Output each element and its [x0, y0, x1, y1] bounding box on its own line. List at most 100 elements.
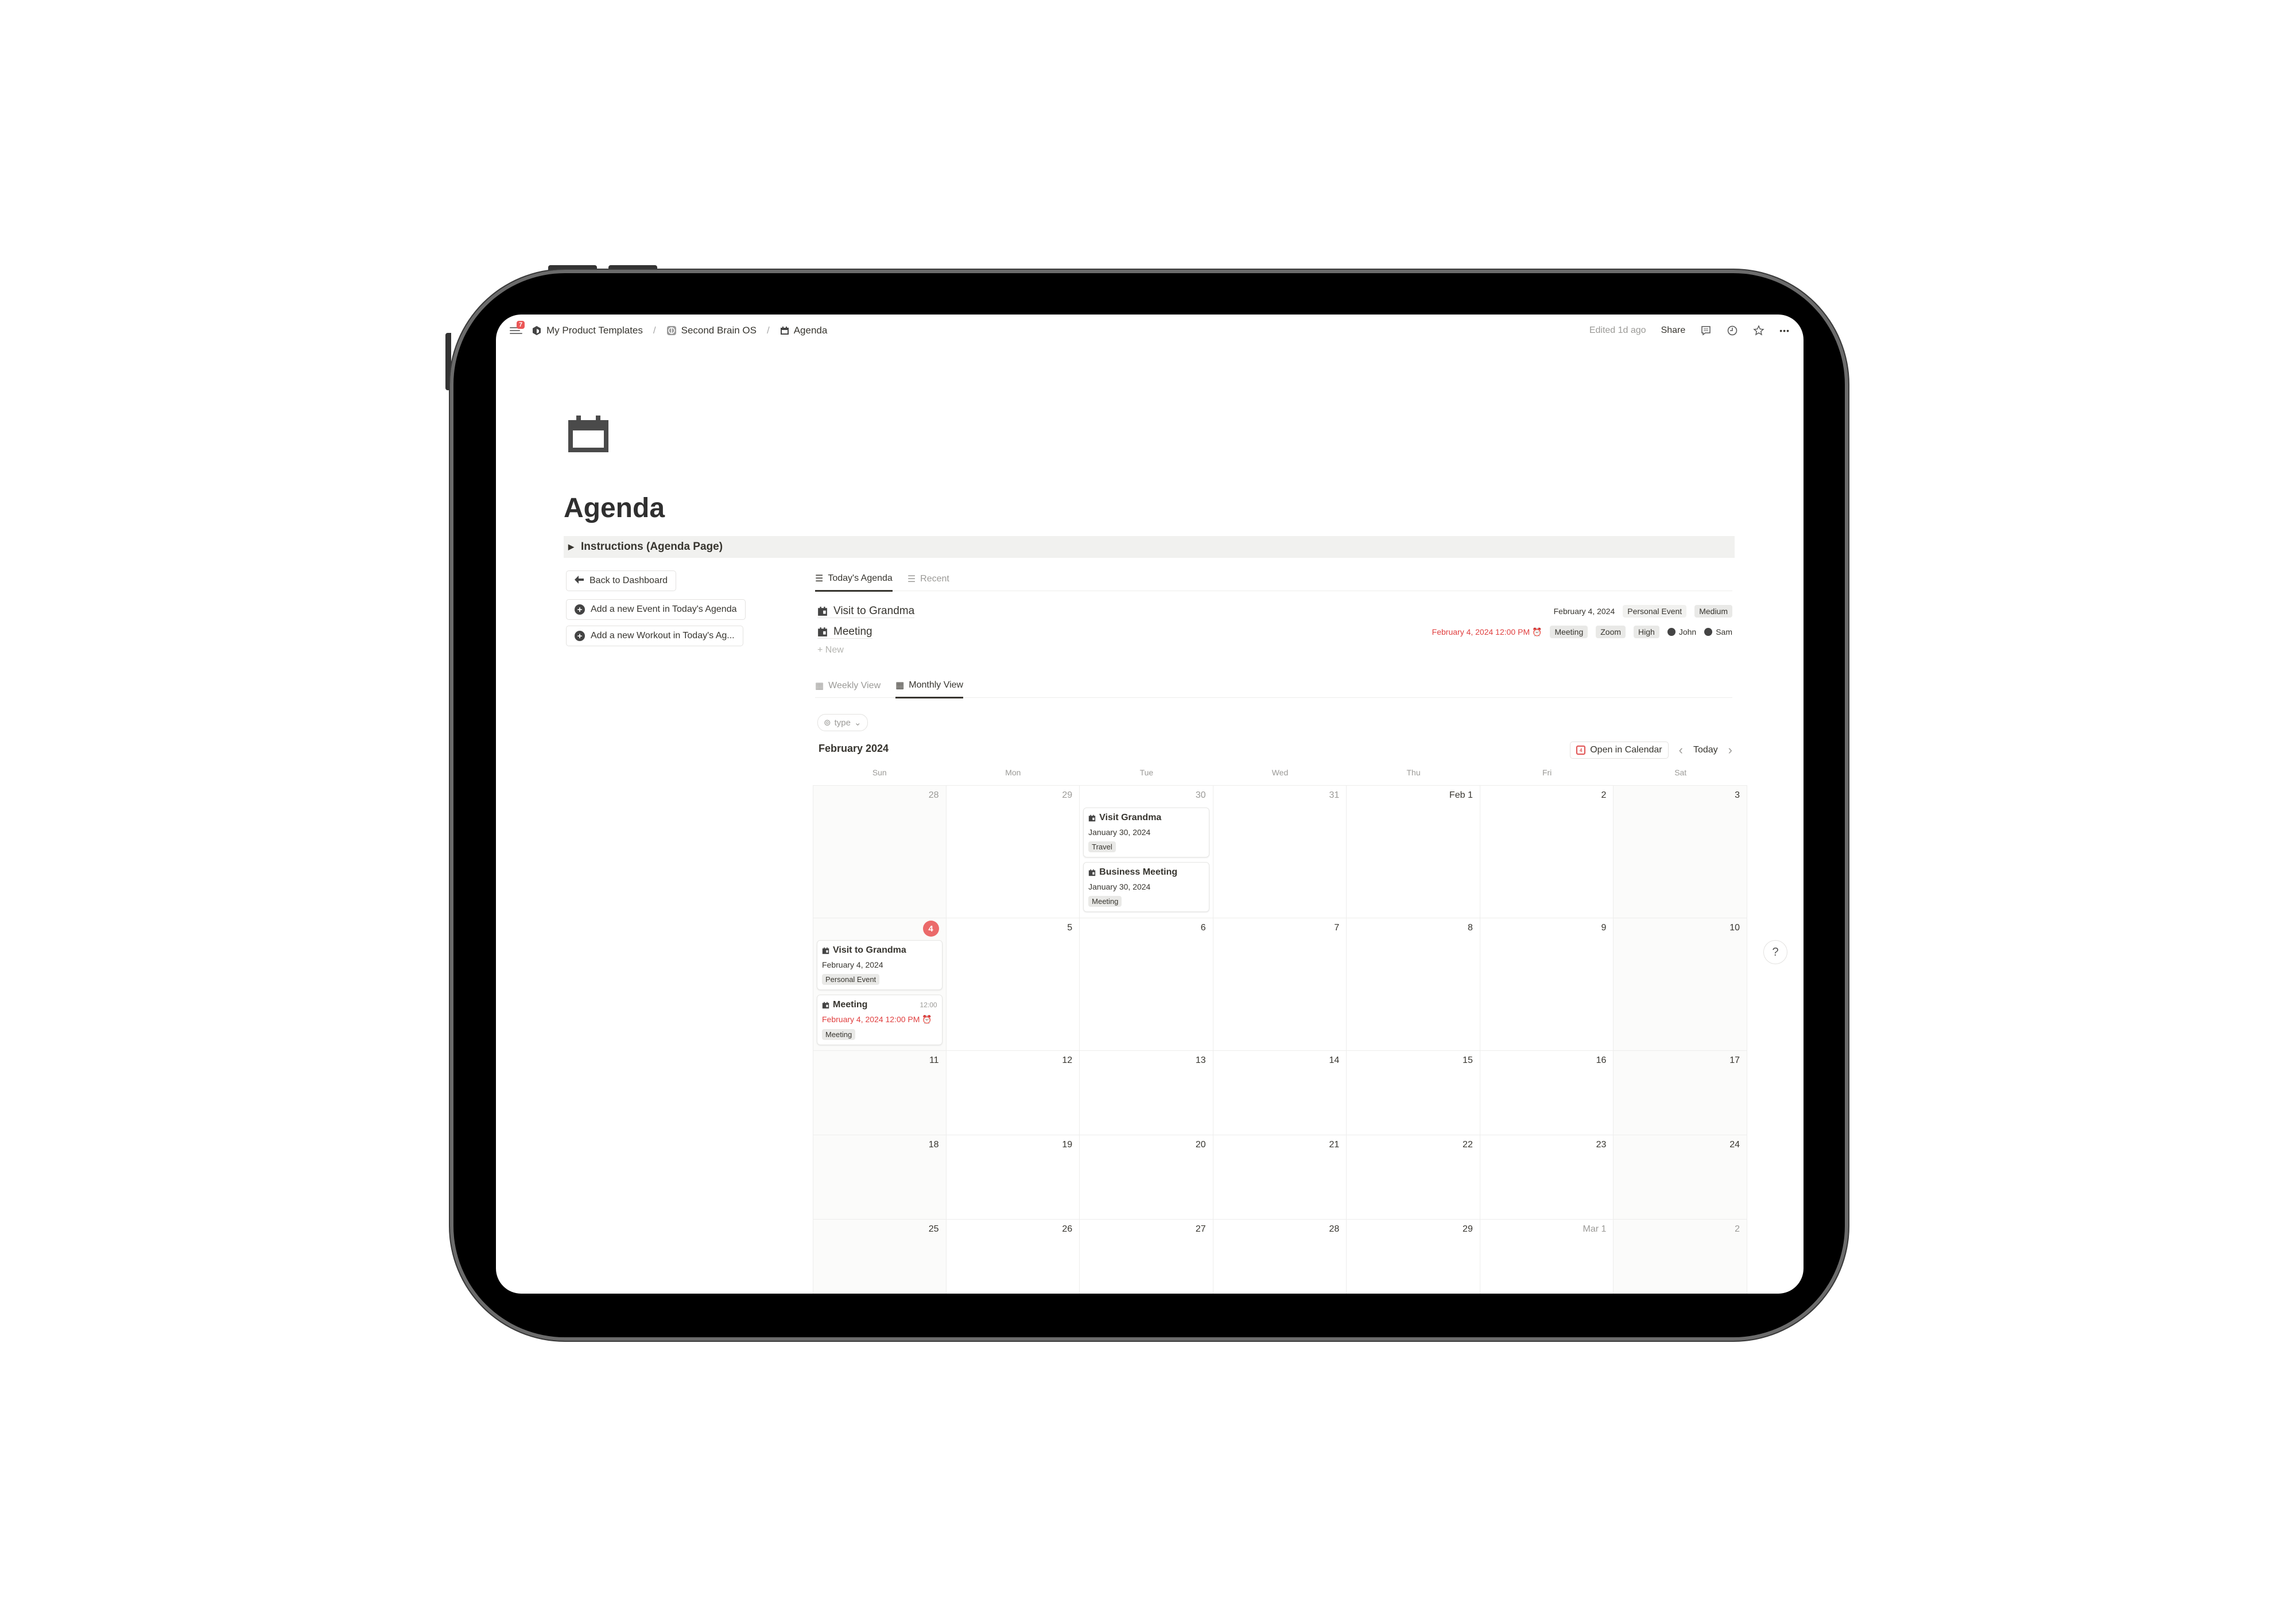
agenda-item-title[interactable]: Meeting — [833, 626, 872, 638]
person-john[interactable]: John — [1667, 627, 1696, 636]
day-number: 26 — [1062, 1224, 1073, 1234]
calendar-day[interactable]: 28 — [813, 786, 947, 918]
plus-circle-icon: + — [575, 604, 585, 615]
plus-circle-icon: + — [575, 631, 585, 641]
calendar-day[interactable]: 8 — [1347, 918, 1480, 1050]
prev-month-button[interactable]: ‹ — [1679, 743, 1683, 758]
calendar-day[interactable]: 3 — [1614, 786, 1747, 918]
calendar-day[interactable]: 29 — [1347, 1220, 1480, 1294]
comment-icon[interactable] — [1700, 325, 1712, 336]
calendar-day[interactable]: 16 — [1480, 1051, 1614, 1135]
event-tag: Travel — [1088, 841, 1116, 852]
calendar-day[interactable]: 14 — [1213, 1051, 1347, 1135]
tab-label: Recent — [920, 573, 949, 584]
type-filter[interactable]: ⊚ type ⌄ — [817, 714, 868, 731]
day-number: 19 — [1062, 1140, 1073, 1150]
calendar-day[interactable]: 17 — [1614, 1051, 1747, 1135]
calendar-day[interactable]: 25 — [813, 1220, 947, 1294]
today-button[interactable]: Today — [1693, 745, 1718, 755]
weekday-label: Tue — [1139, 768, 1154, 777]
calendar-day[interactable]: 18 — [813, 1135, 947, 1219]
calendar-day[interactable]: 9 — [1480, 918, 1614, 1050]
event-card[interactable]: Visit to Grandma February 4, 2024 Personal… — [817, 940, 943, 990]
breadcrumb-item-my-product-templates[interactable]: My Product Templates — [546, 325, 643, 336]
calendar-day[interactable]: 11 — [813, 1051, 947, 1135]
back-to-dashboard-button[interactable]: Back to Dashboard — [566, 570, 677, 591]
open-in-calendar-button[interactable]: 4 Open in Calendar — [1570, 742, 1669, 759]
person-icon — [1667, 628, 1676, 636]
calendar-day[interactable]: 21 — [1213, 1135, 1347, 1219]
calendar-day[interactable]: 4 Visit to Grandma February 4, 2024 Persona… — [813, 918, 947, 1050]
more-icon[interactable]: ••• — [1779, 326, 1790, 335]
toggle-triangle-icon[interactable]: ▶ — [568, 542, 574, 552]
calendar-day[interactable]: 30 Visit Grandma January 30, 2024 Travel Bus… — [1080, 786, 1213, 918]
tab-monthly-view[interactable]: ▦ Monthly View — [895, 680, 964, 698]
alarm-icon: ⏰ — [1532, 627, 1542, 636]
calendar-day[interactable]: 2 — [1480, 786, 1614, 918]
calendar-day[interactable]: 24 — [1614, 1135, 1747, 1219]
agenda-row[interactable]: Visit to Grandma February 4, 2024 Person… — [817, 601, 1732, 621]
day-number: 14 — [1329, 1055, 1340, 1065]
list-icon: ☰ — [907, 574, 916, 584]
sidebar-menu-icon[interactable]: 7 — [510, 321, 525, 336]
calendar-day[interactable]: 22 — [1347, 1135, 1480, 1219]
event-card[interactable]: Business Meeting January 30, 2024 Meeting — [1083, 862, 1209, 912]
clock-icon[interactable] — [1727, 325, 1738, 336]
calendar-day[interactable]: 27 — [1080, 1220, 1213, 1294]
event-card[interactable]: Meeting 12:00 February 4, 2024 12:00 PM ⏰ M… — [817, 995, 943, 1045]
event-title-row: Meeting 12:00 — [822, 1000, 937, 1010]
event-date: February 4, 2024 — [822, 960, 883, 969]
weekday-label: Sun — [872, 768, 887, 777]
weekday-label: Mon — [1005, 768, 1021, 777]
event-date: January 30, 2024 — [1088, 828, 1151, 837]
day-number: 6 — [1200, 923, 1206, 933]
day-number: 2 — [1601, 790, 1607, 800]
tab-todays-agenda[interactable]: ☰ Today's Agenda — [815, 573, 893, 592]
calendar-day[interactable]: 13 — [1080, 1051, 1213, 1135]
calendar-day[interactable]: Feb 1 — [1347, 786, 1480, 918]
calendar-day[interactable]: Mar 1 — [1480, 1220, 1614, 1294]
tab-weekly-view[interactable]: ▦ Weekly View — [815, 680, 881, 697]
calendar-day[interactable]: 20 — [1080, 1135, 1213, 1219]
page-calendar-icon[interactable] — [568, 416, 608, 452]
calendar-day[interactable]: 29 — [947, 786, 1080, 918]
new-row-button[interactable]: + New — [817, 645, 844, 655]
weekday-label: Fri — [1542, 768, 1552, 777]
day-number: 16 — [1596, 1055, 1607, 1065]
calendar-day[interactable]: 19 — [947, 1135, 1080, 1219]
toggle-label: Instructions (Agenda Page) — [581, 541, 723, 553]
filter-label: type — [834, 717, 851, 728]
calendar-day[interactable]: 5 — [947, 918, 1080, 1050]
event-card[interactable]: Visit Grandma January 30, 2024 Travel — [1083, 808, 1209, 857]
calendar-day[interactable]: 15 — [1347, 1051, 1480, 1135]
star-icon[interactable] — [1753, 325, 1764, 336]
add-event-button[interactable]: + Add a new Event in Today's Agenda — [566, 599, 746, 620]
breadcrumb-item-second-brain-os[interactable]: Second Brain OS — [681, 325, 757, 336]
today-badge: 4 — [922, 921, 939, 937]
instructions-toggle[interactable]: ▶ Instructions (Agenda Page) — [564, 536, 1735, 558]
person-sam[interactable]: Sam — [1704, 627, 1732, 636]
breadcrumb-item-agenda[interactable]: Agenda — [794, 325, 828, 336]
calendar-day[interactable]: 7 — [1213, 918, 1347, 1050]
add-workout-button[interactable]: + Add a new Workout in Today's Ag... — [566, 626, 743, 646]
calendar-day[interactable]: 2 — [1614, 1220, 1747, 1294]
help-button[interactable]: ? — [1763, 940, 1787, 964]
next-month-button[interactable]: › — [1728, 743, 1732, 758]
edited-timestamp: Edited 1d ago — [1589, 325, 1646, 335]
agenda-item-date: February 4, 2024 — [1553, 607, 1615, 616]
calendar-day[interactable]: 31 — [1213, 786, 1347, 918]
calendar-day[interactable]: 26 — [947, 1220, 1080, 1294]
share-button[interactable]: Share — [1661, 325, 1686, 336]
calendar-day[interactable]: 6 — [1080, 918, 1213, 1050]
calendar-app-icon: 4 — [1576, 746, 1586, 755]
tab-recent[interactable]: ☰ Recent — [907, 573, 949, 591]
calendar-day[interactable]: 12 — [947, 1051, 1080, 1135]
calendar-day[interactable]: 23 — [1480, 1135, 1614, 1219]
agenda-row[interactable]: Meeting February 4, 2024 12:00 PM ⏰ Meet… — [817, 622, 1732, 642]
top-bar: 7 My Product Templates / Second Brain OS… — [496, 315, 1804, 347]
calendar-day[interactable]: 10 — [1614, 918, 1747, 1050]
agenda-item-title[interactable]: Visit to Grandma — [833, 605, 914, 618]
calendar-day[interactable]: 28 — [1213, 1220, 1347, 1294]
weekday-label: Thu — [1406, 768, 1421, 777]
calendar-week: 11 12 13 14 15 16 17 — [813, 1051, 1747, 1135]
